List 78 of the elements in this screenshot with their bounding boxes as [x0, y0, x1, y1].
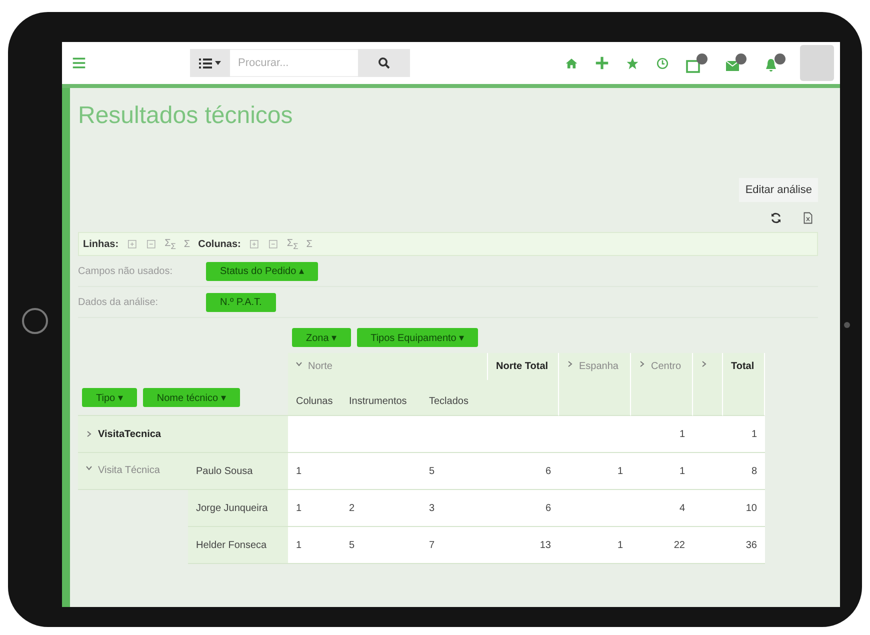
field-label: Dados da análise:: [78, 296, 160, 308]
column-header: Instrumentos: [341, 380, 421, 416]
table-cell: 3: [421, 490, 488, 527]
table-cell: 8: [723, 453, 765, 490]
column-header: Norte: [308, 361, 332, 372]
field-pill[interactable]: Zona ▾: [292, 328, 351, 347]
menu-icon[interactable]: [72, 56, 86, 70]
star-icon[interactable]: [626, 56, 639, 70]
page-title: Resultados técnicos: [78, 102, 294, 130]
field-pill[interactable]: Nome técnico ▾: [142, 388, 240, 407]
table-cell: 1: [723, 416, 765, 453]
expand-all-icon[interactable]: [248, 238, 260, 250]
view-list-button[interactable]: [190, 49, 230, 77]
column-header: Total: [731, 361, 754, 372]
table-cell: 1: [631, 416, 693, 453]
table-cell: 1: [288, 527, 341, 564]
table-cell: 10: [723, 490, 765, 527]
column-header: Colunas: [288, 380, 341, 416]
table-cell: 1: [288, 490, 341, 527]
column-header: Norte Total: [496, 361, 548, 372]
envelope-badge-icon[interactable]: [725, 53, 747, 73]
collapse-all-icon[interactable]: [146, 238, 157, 250]
sum-toggle[interactable]: Σ: [184, 238, 190, 250]
field-pill[interactable]: N.º P.A.T.: [206, 292, 276, 312]
table-cell: 22: [631, 527, 693, 564]
field-pill[interactable]: Tipo ▾: [82, 388, 137, 407]
expand-chevron-icon[interactable]: [701, 361, 707, 367]
table-cell: 1: [559, 527, 631, 564]
column-header: Espanha: [579, 361, 618, 372]
sum-toggle[interactable]: Σ: [306, 238, 312, 250]
field-pill[interactable]: Tipos Equipamento ▾: [356, 328, 478, 347]
field-label: Campos não usados:: [78, 266, 174, 276]
search-icon: [378, 57, 390, 69]
plus-icon[interactable]: [595, 56, 609, 70]
collapse-chevron-icon[interactable]: [86, 465, 92, 471]
row-header: Paulo Sousa: [188, 453, 288, 490]
table-cell: 6: [488, 453, 559, 490]
collapse-all-icon[interactable]: [268, 238, 279, 250]
sum-toggle[interactable]: Σ$_{Σ}$: [286, 238, 298, 250]
table-cell: 1: [559, 453, 631, 490]
field-pill[interactable]: Status do Pedido ▴: [206, 262, 318, 280]
column-header: Centro: [651, 361, 682, 372]
refresh-icon[interactable]: [770, 212, 782, 224]
table-cell: 7: [421, 527, 488, 564]
export-file-icon[interactable]: [802, 212, 814, 224]
table-cell: 2: [341, 490, 421, 527]
expand-chevron-icon[interactable]: [86, 431, 92, 437]
column-header: Teclados: [421, 380, 488, 416]
table-cell: 1: [631, 453, 693, 490]
search-field[interactable]: Procurar...: [230, 49, 358, 77]
caret-icon: [215, 61, 221, 65]
table-cell: 4: [631, 490, 693, 527]
table-cell: 5: [341, 527, 421, 564]
table-cell: 5: [421, 453, 488, 490]
row-header: Jorge Junqueira: [188, 490, 288, 527]
home-button[interactable]: [22, 308, 48, 334]
bell-badge-icon[interactable]: [764, 53, 786, 73]
row-header: Visita Técnica: [98, 465, 160, 476]
calendar-badge-icon[interactable]: [686, 53, 708, 73]
home-icon[interactable]: [565, 56, 578, 70]
collapse-chevron-icon[interactable]: [296, 361, 302, 367]
row-header: VisitaTecnica: [98, 428, 161, 440]
table-cell: 6: [488, 490, 559, 527]
expand-chevron-icon[interactable]: [639, 361, 645, 367]
toolbar-label: Linhas:: [83, 238, 119, 250]
search-button[interactable]: [358, 49, 410, 77]
expand-all-icon[interactable]: [126, 238, 138, 250]
edit-analysis-button[interactable]: Editar análise: [739, 178, 818, 202]
toolbar-label: Colunas:: [198, 238, 241, 250]
clock-icon[interactable]: [656, 56, 669, 70]
camera-dot: [844, 322, 850, 328]
table-cell: 1: [288, 453, 341, 490]
expand-chevron-icon[interactable]: [567, 361, 573, 367]
row-header: Helder Fonseca: [188, 527, 288, 564]
list-icon: [199, 58, 212, 68]
table-cell: 36: [723, 527, 765, 564]
table-cell: 13: [488, 527, 559, 564]
sum-toggle[interactable]: Σ$_{Σ}$: [164, 238, 176, 250]
